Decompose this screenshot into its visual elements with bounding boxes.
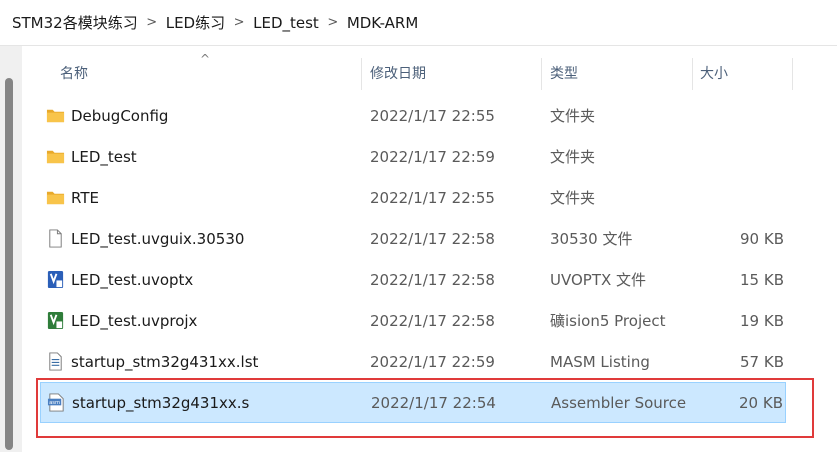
file-type: 30530 文件 — [550, 230, 633, 248]
file-name: RTE — [71, 188, 99, 207]
column-header-date-label: 修改日期 — [370, 66, 426, 82]
file-row-startup-s[interactable]: asm startup_stm32g431xx.s 2022/1/17 22:5… — [40, 382, 786, 423]
column-header-name-label: 名称 — [60, 66, 88, 82]
file-type: Assembler Source — [551, 393, 687, 412]
file-row-debugconfig[interactable]: DebugConfig 2022/1/17 22:55 文件夹 — [40, 95, 786, 136]
file-row-lst[interactable]: startup_stm32g431xx.lst 2022/1/17 22:59 … — [40, 341, 786, 382]
folder-icon — [46, 109, 65, 123]
file-row-uvoptx[interactable]: LED_test.uvoptx 2022/1/17 22:58 UVOPTX 文… — [40, 259, 786, 300]
file-name: LED_test.uvprojx — [71, 311, 198, 330]
file-row-led-test-folder[interactable]: LED_test 2022/1/17 22:59 文件夹 — [40, 136, 786, 177]
file-size: 15 KB — [740, 270, 784, 289]
file-type: MASM Listing — [550, 352, 650, 371]
file-type: 文件夹 — [550, 107, 596, 125]
column-header-type-label: 类型 — [550, 66, 578, 82]
breadcrumb-item-2[interactable]: LED练习 — [164, 12, 227, 33]
file-name: startup_stm32g431xx.s — [72, 393, 250, 412]
file-size: 57 KB — [740, 352, 784, 371]
file-name: DebugConfig — [71, 106, 169, 125]
breadcrumb-item-3[interactable]: LED_test — [251, 14, 321, 32]
column-header-type[interactable]: 类型 — [542, 54, 692, 92]
file-type: 礦ision5 Project — [550, 312, 666, 330]
breadcrumb-separator-icon[interactable]: > — [140, 15, 164, 30]
file-type: UVOPTX 文件 — [550, 271, 647, 289]
column-header-date[interactable]: 修改日期 — [362, 54, 540, 92]
file-date: 2022/1/17 22:55 — [370, 188, 495, 207]
listing-file-icon — [49, 352, 62, 371]
sort-ascending-icon: ^ — [200, 52, 211, 66]
asm-icon-label: asm — [49, 400, 60, 406]
file-date: 2022/1/17 22:55 — [370, 106, 495, 125]
breadcrumb-separator-icon[interactable]: > — [321, 15, 345, 30]
file-size: 20 KB — [739, 393, 783, 412]
column-divider[interactable] — [792, 58, 793, 90]
file-name: LED_test.uvguix.30530 — [71, 229, 245, 248]
breadcrumb-item-4[interactable]: MDK-ARM — [345, 14, 420, 32]
breadcrumb-item-1[interactable]: STM32各模块练习 — [10, 12, 140, 33]
asm-file-icon: asm — [47, 393, 64, 412]
column-header-size-label: 大小 — [700, 66, 728, 82]
folder-icon — [46, 191, 65, 205]
file-size: 19 KB — [740, 311, 784, 330]
file-date: 2022/1/17 22:59 — [370, 147, 495, 166]
file-size: 90 KB — [740, 229, 784, 248]
file-name: startup_stm32g431xx.lst — [71, 352, 259, 371]
folder-icon — [46, 150, 65, 164]
file-row-rte[interactable]: RTE 2022/1/17 22:55 文件夹 — [40, 177, 786, 218]
file-type: 文件夹 — [550, 189, 596, 207]
file-type: 文件夹 — [550, 148, 596, 166]
file-date: 2022/1/17 22:58 — [370, 311, 495, 330]
generic-file-icon — [49, 229, 62, 248]
breadcrumb: STM32各模块练习 > LED练习 > LED_test > MDK-ARM — [0, 0, 837, 46]
file-name: LED_test — [71, 147, 137, 166]
uvision-project-icon — [47, 311, 64, 330]
file-date: 2022/1/17 22:59 — [370, 352, 495, 371]
column-header-size[interactable]: 大小 — [692, 54, 792, 92]
uvision-options-icon — [47, 270, 64, 289]
file-name: LED_test.uvoptx — [71, 270, 194, 289]
file-date: 2022/1/17 22:54 — [371, 393, 496, 412]
file-list: DebugConfig 2022/1/17 22:55 文件夹 LED_test… — [40, 95, 786, 423]
file-date: 2022/1/17 22:58 — [370, 270, 495, 289]
vertical-scrollbar[interactable] — [0, 46, 22, 452]
file-date: 2022/1/17 22:58 — [370, 229, 495, 248]
breadcrumb-separator-icon[interactable]: > — [227, 15, 251, 30]
file-row-uvguix[interactable]: LED_test.uvguix.30530 2022/1/17 22:58 30… — [40, 218, 786, 259]
scrollbar-thumb[interactable] — [5, 78, 13, 450]
file-row-uvprojx[interactable]: LED_test.uvprojx 2022/1/17 22:58 礦ision5… — [40, 300, 786, 341]
